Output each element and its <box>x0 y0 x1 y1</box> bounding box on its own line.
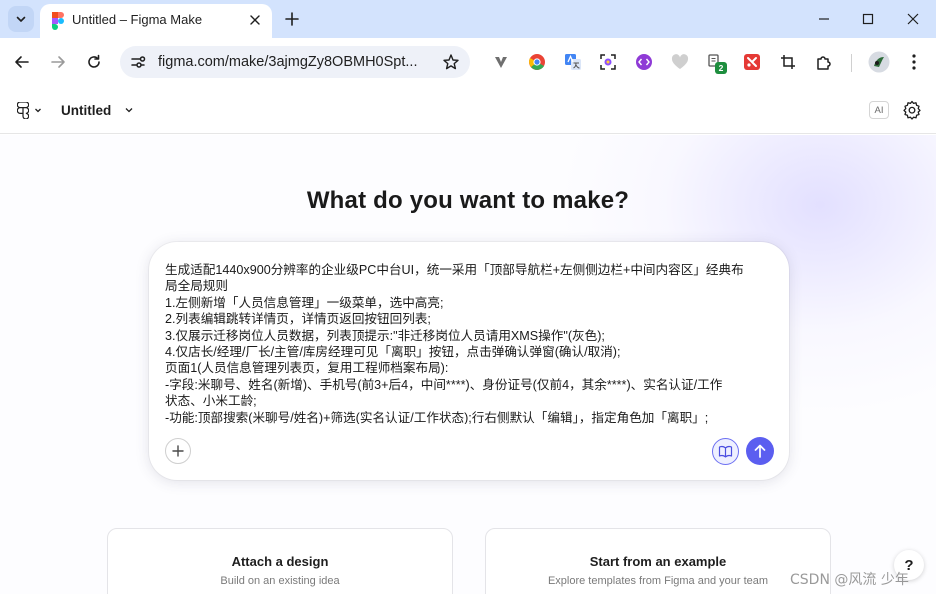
browser-menu-button[interactable] <box>904 52 924 72</box>
file-name[interactable]: Untitled <box>61 103 111 118</box>
option-title: Attach a design <box>231 554 329 569</box>
watermark: CSDN @风流 少年 <box>790 572 909 588</box>
send-button[interactable] <box>746 437 774 465</box>
browser-tab-bar: Untitled – Figma Make <box>0 0 936 38</box>
site-info-icon[interactable] <box>129 53 147 71</box>
maximize-button[interactable] <box>857 8 879 30</box>
extension-badge: 2 <box>715 62 727 74</box>
chevron-down-icon[interactable] <box>123 104 135 116</box>
close-icon <box>907 13 919 25</box>
minimize-button[interactable] <box>813 8 835 30</box>
add-attachment-button[interactable] <box>165 438 191 464</box>
gear-icon[interactable] <box>902 100 922 120</box>
browser-toolbar: figma.com/make/3ajmgZy8OBMH0Spt... 2 <box>0 38 936 86</box>
figma-favicon-icon <box>52 12 64 30</box>
prompt-line: 2.列表编辑跳转详情页，详情页返回按钮回列表; <box>165 312 431 327</box>
prompt-line: 状态、小米工龄; <box>165 394 257 409</box>
library-button[interactable] <box>712 438 739 465</box>
extension-red-icon[interactable] <box>742 52 762 72</box>
more-vertical-icon <box>912 54 916 70</box>
extension-capture-icon[interactable] <box>598 52 618 72</box>
minimize-icon <box>819 18 829 20</box>
extension-translate-icon[interactable] <box>563 52 583 72</box>
prompt-line: -字段:米聊号、姓名(新增)、手机号(前3+后4，中间****)、身份证号(仅前… <box>165 377 723 392</box>
figma-main-menu-button[interactable] <box>17 101 47 119</box>
extension-chrome-icon[interactable] <box>527 52 547 72</box>
arrow-left-icon <box>15 56 29 68</box>
prompt-line: 局全局规则 <box>165 279 228 294</box>
prompt-line: 4.仅店长/经理/厂长/主管/库房经理可见「离职」按钮，点击弹确认弹窗(确认/取… <box>165 345 621 360</box>
extension-heart-icon[interactable] <box>670 52 690 72</box>
page-title: What do you want to make? <box>306 187 630 214</box>
prompt-line: 页面1(人员信息管理列表页，复用工程师档案布局): <box>165 361 449 376</box>
new-tab-button[interactable] <box>282 9 302 29</box>
book-icon <box>718 445 733 458</box>
forward-button[interactable] <box>46 50 70 74</box>
figma-logo-icon <box>17 101 29 119</box>
address-bar[interactable]: figma.com/make/3ajmgZy8OBMH0Spt... <box>120 46 470 78</box>
prompt-line: 生成适配1440x900分辨率的企业级PC中台UI，统一采用「顶部导航栏+左侧侧… <box>165 263 744 277</box>
option-subtitle: Explore templates from Figma and your te… <box>547 575 769 587</box>
extension-code-icon[interactable] <box>634 52 654 72</box>
chevron-down-icon <box>35 108 41 113</box>
bookmark-star-icon[interactable] <box>442 53 460 71</box>
close-window-button[interactable] <box>902 8 924 30</box>
extensions-puzzle-icon[interactable] <box>814 52 834 72</box>
arrow-right-icon <box>51 56 65 68</box>
ai-badge[interactable]: AI <box>869 101 889 119</box>
attach-design-card[interactable]: Attach a design Build on an existing ide… <box>107 528 453 594</box>
arrow-up-icon <box>754 444 766 458</box>
profile-avatar[interactable] <box>868 51 890 73</box>
url-text[interactable]: figma.com/make/3ajmgZy8OBMH0Spt... <box>158 54 434 70</box>
prompt-line: 1.左侧新增「人员信息管理」一级菜单，选中高亮; <box>165 295 444 310</box>
reload-icon <box>88 54 100 68</box>
prompt-line: -功能:顶部搜索(米聊号/姓名)+筛选(实名认证/工作状态);行右侧默认「编辑」… <box>165 410 709 424</box>
main-content: What do you want to make? 生成适配1440x900分辨… <box>0 135 936 594</box>
prompt-box: 生成适配1440x900分辨率的企业级PC中台UI，统一采用「顶部导航栏+左侧侧… <box>149 242 789 480</box>
maximize-icon <box>862 13 874 25</box>
screenshot-crop-icon[interactable] <box>778 52 798 72</box>
option-subtitle: Build on an existing idea <box>220 575 340 587</box>
prompt-input[interactable]: 生成适配1440x900分辨率的企业级PC中台UI，统一采用「顶部导航栏+左侧侧… <box>165 262 771 424</box>
tab-title: Untitled – Figma Make <box>72 12 203 27</box>
prompt-line: 3.仅展示迁移岗位人员数据，列表顶提示:"非迁移岗位人员请用XMS操作"(灰色)… <box>165 328 605 343</box>
browser-tab[interactable]: Untitled – Figma Make <box>40 4 272 38</box>
tab-search-button[interactable] <box>8 6 34 32</box>
reload-button[interactable] <box>82 50 106 74</box>
start-from-example-card[interactable]: Start from an example Explore templates … <box>485 528 831 594</box>
plus-icon <box>285 12 299 26</box>
app-header: Untitled AI <box>0 86 936 134</box>
plus-icon <box>172 445 184 457</box>
extension-tasks-icon[interactable]: 2 <box>706 52 727 74</box>
close-icon <box>250 15 260 25</box>
back-button[interactable] <box>10 50 34 74</box>
toolbar-divider <box>851 54 852 72</box>
tab-close-button[interactable] <box>246 11 264 29</box>
chevron-down-icon <box>16 16 26 22</box>
extension-v-icon[interactable] <box>491 52 511 72</box>
option-title: Start from an example <box>589 554 727 569</box>
